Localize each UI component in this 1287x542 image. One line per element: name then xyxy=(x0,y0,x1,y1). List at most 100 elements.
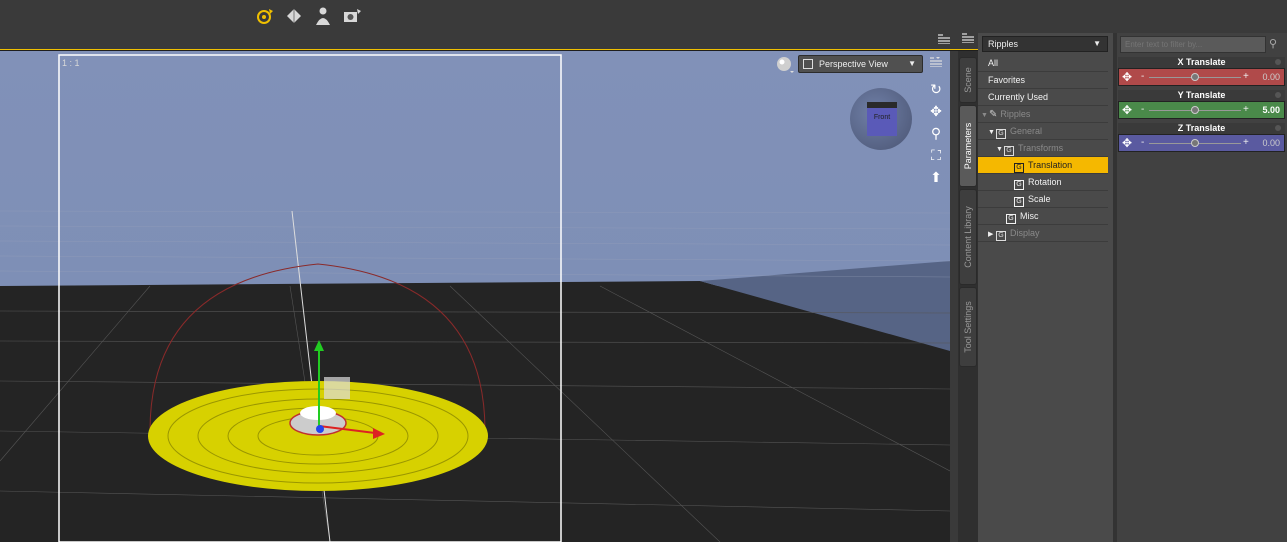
expand-triangle-icon[interactable]: ▶ xyxy=(988,226,996,243)
category-panel: Ripples ▼ All Favorites Currently Used ▼… xyxy=(978,33,1113,542)
category-favorites[interactable]: Favorites xyxy=(978,72,1108,89)
view-cube[interactable]: Front xyxy=(850,88,912,150)
panel-menu-icon[interactable] xyxy=(938,34,950,45)
side-tab-strip: Scene Parameters Content Library Tool Se… xyxy=(958,51,978,542)
figure-tool-icon[interactable] xyxy=(313,6,333,26)
category-label: Rotation xyxy=(1028,177,1062,187)
expand-triangle-icon[interactable]: ▼ xyxy=(988,124,996,141)
category-label: Scale xyxy=(1028,194,1051,204)
parameter-filter-input[interactable] xyxy=(1120,36,1266,53)
category-scale[interactable]: G Scale xyxy=(978,191,1108,208)
group-icon: G xyxy=(1006,214,1016,224)
pan-icon[interactable]: ✥ xyxy=(926,100,946,122)
view-selector-dropdown[interactable]: Perspective View ▼ xyxy=(798,55,923,73)
sky-backdrop xyxy=(0,51,950,286)
slider-knob[interactable] xyxy=(1191,139,1199,147)
category-currently-used[interactable]: Currently Used xyxy=(978,89,1108,106)
slider-knob[interactable] xyxy=(1191,73,1199,81)
3d-viewport[interactable]: 1 : 1 Perspective View ▼ ↻ ✥ ⚲ ⛶ ⬆ Front xyxy=(0,51,950,542)
group-icon: G xyxy=(1014,197,1024,207)
tab-parameters-label: Parameters xyxy=(963,122,973,170)
param-z-translate: Z Translate ✥ - + 0.00 xyxy=(1118,123,1285,153)
param-value[interactable]: 0.00 xyxy=(1262,138,1280,148)
decrement-button[interactable]: - xyxy=(1141,104,1144,115)
aspect-ratio-label: 1 : 1 xyxy=(62,58,80,68)
param-slider[interactable]: ✥ - + 0.00 xyxy=(1118,134,1285,152)
category-label: Display xyxy=(1010,228,1040,238)
increment-button[interactable]: + xyxy=(1243,137,1249,148)
reset-icon[interactable]: ⬆ xyxy=(926,166,946,188)
param-label: X Translate xyxy=(1177,57,1226,67)
pane-divider[interactable] xyxy=(950,51,958,542)
ground-plane xyxy=(0,281,950,542)
view-cube-front[interactable]: Front xyxy=(867,102,897,136)
group-icon: G xyxy=(1014,163,1024,173)
frame-icon[interactable]: ⛶ xyxy=(926,144,946,166)
tab-scene[interactable]: Scene xyxy=(959,57,977,103)
increment-button[interactable]: + xyxy=(1243,71,1249,82)
category-general[interactable]: ▼ G General xyxy=(978,123,1108,140)
param-slider[interactable]: ✥ - + 0.00 xyxy=(1118,68,1285,86)
param-value[interactable]: 5.00 xyxy=(1262,105,1280,115)
group-icon: G xyxy=(1004,146,1014,156)
search-icon[interactable]: ⚲ xyxy=(1269,37,1277,50)
zoom-icon[interactable]: ⚲ xyxy=(926,122,946,144)
param-slider[interactable]: ✥ - + 5.00 xyxy=(1118,101,1285,119)
category-node-ripples[interactable]: ▼✎ Ripples xyxy=(978,106,1108,123)
expand-triangle-icon[interactable]: ▼ xyxy=(996,141,1004,158)
chevron-down-icon: ▼ xyxy=(1093,39,1101,48)
tab-content-library-label: Content Library xyxy=(963,206,973,268)
category-label: All xyxy=(988,58,999,68)
node-selector-label: Ripples xyxy=(988,39,1019,49)
rotate-icon[interactable]: ↻ xyxy=(926,78,946,100)
category-all[interactable]: All xyxy=(978,55,1108,72)
parameters-panel: ⚲ X Translate ✥ - + 0.00 Y Translate ✥ -… xyxy=(1117,33,1287,542)
move-arrows-icon: ✥ xyxy=(1122,103,1133,117)
param-label-row: Y Translate xyxy=(1118,90,1285,101)
param-value[interactable]: 0.00 xyxy=(1262,72,1280,82)
tab-scene-label: Scene xyxy=(963,67,973,93)
category-misc[interactable]: G Misc xyxy=(978,208,1108,225)
param-y-translate: Y Translate ✥ - + 5.00 xyxy=(1118,90,1285,120)
decrement-button[interactable]: - xyxy=(1141,71,1144,82)
scene-render xyxy=(0,51,950,542)
tab-content-library[interactable]: Content Library xyxy=(959,189,977,285)
pane-menu-icon[interactable] xyxy=(962,33,974,44)
param-label-row: X Translate xyxy=(1118,57,1285,68)
param-options-icon[interactable] xyxy=(1275,59,1281,65)
category-label: General xyxy=(1010,126,1043,136)
node-icon: ✎ xyxy=(989,109,998,120)
viewport-menu-icon[interactable] xyxy=(930,57,942,68)
category-label: Favorites xyxy=(988,75,1026,85)
tab-parameters[interactable]: Parameters xyxy=(959,105,977,187)
category-label: Translation xyxy=(1028,160,1073,170)
param-label: Z Translate xyxy=(1177,123,1226,133)
category-tree: All Favorites Currently Used ▼✎ Ripples ▼… xyxy=(978,55,1108,242)
move-arrows-icon: ✥ xyxy=(1122,136,1133,150)
category-label: Ripples xyxy=(1000,109,1031,119)
param-options-icon[interactable] xyxy=(1275,92,1281,98)
chevron-down-icon: ▼ xyxy=(908,59,916,68)
decrement-button[interactable]: - xyxy=(1141,137,1144,148)
group-icon: G xyxy=(996,129,1006,139)
node-selector-dropdown[interactable]: Ripples ▼ xyxy=(982,36,1108,52)
increment-button[interactable]: + xyxy=(1243,104,1249,115)
expand-triangle-icon[interactable]: ▼ xyxy=(981,107,989,124)
category-display[interactable]: ▶ G Display xyxy=(978,225,1108,242)
universal-tool-icon[interactable] xyxy=(255,6,275,26)
param-options-icon[interactable] xyxy=(1275,125,1281,131)
grid-icon xyxy=(803,59,813,69)
tab-tool-settings[interactable]: Tool Settings xyxy=(959,287,977,367)
lighting-sphere-icon[interactable] xyxy=(775,55,795,75)
param-label-row: Z Translate xyxy=(1118,123,1285,134)
param-label: Y Translate xyxy=(1177,90,1226,100)
category-rotation[interactable]: G Rotation xyxy=(978,174,1108,191)
render-camera-icon[interactable] xyxy=(342,6,362,26)
category-transforms[interactable]: ▼ G Transforms xyxy=(978,140,1108,157)
viewport-navigation: ↻ ✥ ⚲ ⛶ ⬆ xyxy=(926,78,946,188)
move-arrows-icon: ✥ xyxy=(1122,70,1133,84)
transform-tool-icon[interactable] xyxy=(284,6,304,26)
tab-tool-settings-label: Tool Settings xyxy=(963,301,973,353)
slider-knob[interactable] xyxy=(1191,106,1199,114)
category-translation[interactable]: G Translation xyxy=(978,157,1108,174)
